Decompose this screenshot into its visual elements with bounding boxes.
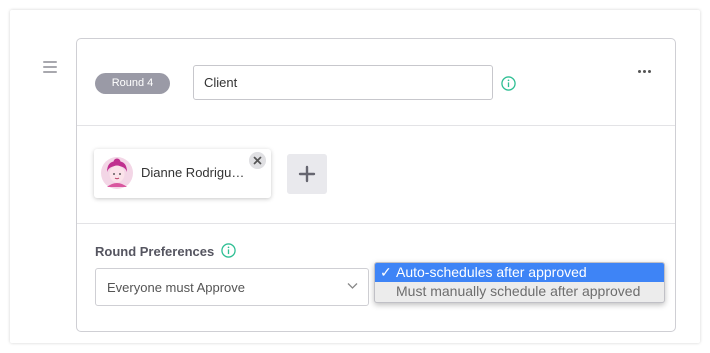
- chevron-down-icon: [347, 283, 358, 289]
- close-icon[interactable]: [249, 152, 266, 169]
- approval-select[interactable]: Everyone must Approve: [95, 268, 369, 306]
- schedule-option-manual[interactable]: Must manually schedule after approved: [375, 282, 664, 301]
- reviewer-chip[interactable]: Dianne Rodrigu…: [94, 149, 271, 198]
- more-horizontal-icon: [637, 69, 641, 73]
- divider: [77, 125, 675, 126]
- schedule-dropdown[interactable]: ✓ Auto-schedules after approved Must man…: [374, 262, 665, 303]
- round-badge: Round 4: [95, 73, 170, 94]
- round-name-input[interactable]: [193, 65, 493, 100]
- info-icon[interactable]: [501, 76, 516, 91]
- more-options-button[interactable]: [632, 63, 656, 79]
- avatar: [101, 157, 133, 189]
- drag-handle-icon[interactable]: [43, 61, 57, 73]
- round-preferences-label: Round Preferences: [95, 244, 215, 259]
- round-panel: Round 4 Dianne Rodrigu…: [10, 10, 700, 343]
- reviewer-name: Dianne Rodrigu…: [141, 165, 245, 180]
- schedule-option-auto[interactable]: ✓ Auto-schedules after approved: [375, 263, 664, 282]
- schedule-option-label: Auto-schedules after approved: [396, 264, 587, 280]
- checkmark-icon: ✓: [380, 264, 392, 280]
- divider: [77, 223, 675, 224]
- approval-select-value: Everyone must Approve: [107, 280, 246, 295]
- add-reviewer-button[interactable]: [287, 154, 327, 194]
- schedule-option-label: Must manually schedule after approved: [396, 283, 641, 299]
- info-icon[interactable]: [221, 243, 236, 258]
